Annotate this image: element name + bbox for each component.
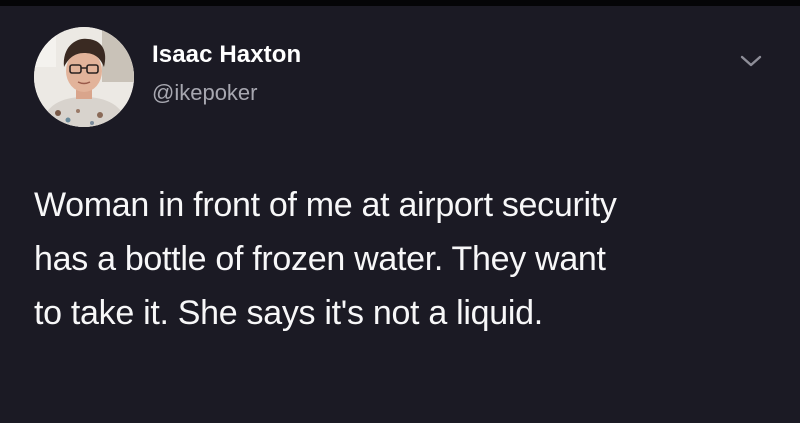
tweet-text-line: Woman in front of me at airport security: [34, 186, 617, 224]
avatar[interactable]: [34, 27, 134, 127]
chevron-down-icon[interactable]: [736, 50, 766, 72]
author-display-name[interactable]: Isaac Haxton: [152, 41, 301, 69]
top-edge: [0, 0, 800, 6]
tweet-text-line: has a bottle of frozen water. They want: [34, 240, 606, 278]
avatar-image: [34, 27, 134, 127]
tweet-card: Isaac Haxton @ikepoker Woman in front of…: [0, 0, 800, 423]
tweet-text: Woman in front of me at airport security…: [34, 178, 774, 340]
tweet-text-line: to take it. She says it's not a liquid.: [34, 294, 543, 332]
author-handle[interactable]: @ikepoker: [152, 80, 258, 106]
